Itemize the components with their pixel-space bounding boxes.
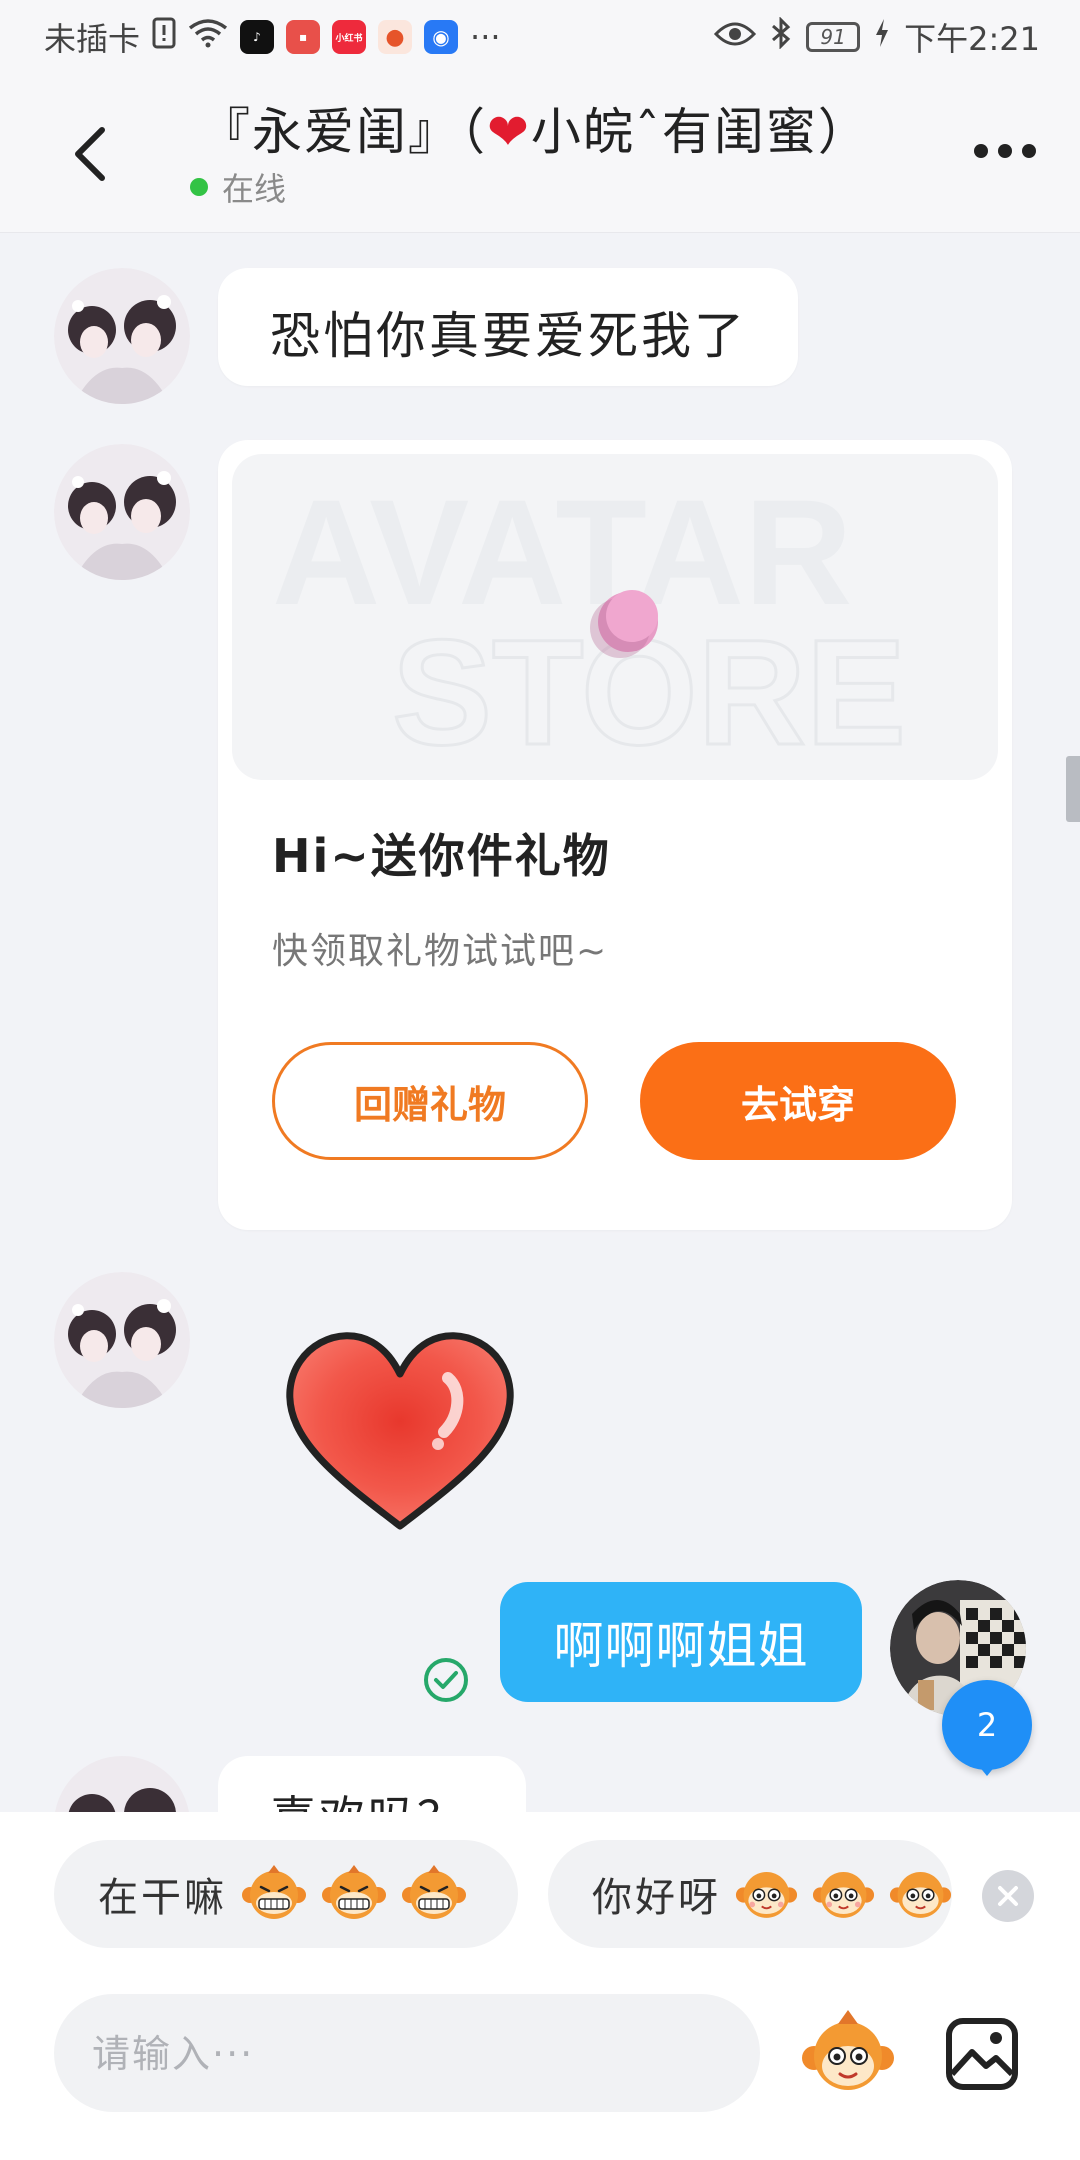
friend-avatar[interactable] [54,1756,190,1812]
grin-monkey-emoji-icon [402,1865,466,1919]
carrier-text: 未插卡 [44,20,141,58]
smile-monkey-emoji-icon [735,1872,798,1918]
return-gift-button[interactable]: 回赠礼物 [272,1042,588,1160]
grin-monkey-emoji-icon [322,1865,386,1919]
online-dot-icon [190,178,208,196]
battery-icon: 91 [806,22,861,52]
message-input[interactable] [90,1994,714,2114]
image-icon [946,2018,1018,2090]
friend-avatar[interactable] [54,268,190,404]
chat-header: 『永爱闺』（❤小皖ˆ有闺蜜） 在线 [0,72,1080,233]
huawei-store-icon: ▪ [286,20,321,54]
composer-panel: 在干嘛 你好呀 [0,1812,1080,2160]
status-bar-left: 未插卡 ♪ ▪ 小红书 ● ◉ ··· [44,14,501,60]
quick-reply-text: 你好呀 [592,1875,721,1921]
smile-monkey-emoji-icon [889,1872,952,1918]
heart-icon: ❤ [487,103,531,161]
chat-title-prefix: 『永爱闺』（ [200,103,487,161]
smile-monkey-emoji-icon [812,1872,875,1918]
more-dot-icon [998,144,1012,158]
unread-badge-tail [974,1760,1000,1776]
more-dot-icon [974,144,988,158]
heart-sticker-icon [286,1332,514,1530]
quick-reply-text: 在干嘛 [98,1875,227,1921]
chat-title-suffix: 小皖ˆ有闺蜜） [530,103,870,161]
xiaohongshu-icon: 小红书 [332,20,367,54]
try-on-button[interactable]: 去试穿 [640,1042,956,1160]
gift-card[interactable]: AVATAR STORE Hi~送你件礼物 快领取礼物试试吧~ 回赠礼物 去试穿 [218,440,1012,1230]
more-options-button[interactable] [974,144,1036,158]
friend-avatar[interactable] [54,444,190,580]
app-orange-icon: ● [378,20,413,54]
status-bar-right: 91 下午2:21 [714,14,1040,60]
eye-icon [714,18,757,56]
outgoing-message-bubble[interactable]: 啊啊啊姐姐 [500,1582,862,1702]
more-notifications-icon: ··· [470,18,501,56]
friend-avatar[interactable] [54,1272,190,1408]
status-bar: 未插卡 ♪ ▪ 小红书 ● ◉ ··· 91 下午2:21 [0,0,1080,72]
gift-subtitle: 快领取礼物试试吧~ [272,931,609,972]
quick-reply-chip[interactable]: 你好呀 [548,1840,952,1948]
emoji-button[interactable] [800,2006,896,2102]
chat-title: 『永爱闺』（❤小皖ˆ有闺蜜） [200,92,870,164]
online-status-label: 在线 [222,170,287,208]
message-input-container[interactable] [54,1994,760,2114]
charging-icon [874,18,890,56]
clock-text: 下午2:21 [904,20,1040,58]
tiktok-icon: ♪ [240,20,275,54]
gift-title: Hi~送你件礼物 [272,829,611,883]
wifi-icon [188,18,228,56]
monkey-emoji-icon [802,2010,894,2090]
back-arrow-icon [75,127,105,181]
unread-count-badge[interactable]: 2 [942,1680,1032,1770]
photo-button[interactable] [944,2016,1020,2092]
more-dot-icon [1022,144,1036,158]
bulb-app-icon: ◉ [424,20,459,54]
bluetooth-icon [770,16,792,57]
message-text: 恐怕你真要爱死我了 [270,307,747,365]
scrollbar[interactable] [1066,756,1080,822]
close-quick-replies-button[interactable] [982,1870,1034,1922]
gift-preview-image[interactable]: AVATAR STORE [232,454,998,780]
back-button[interactable] [64,124,124,184]
sim-alert-icon [152,17,176,57]
heart-sticker[interactable] [280,1320,520,1540]
online-status: 在线 [190,164,286,210]
grin-monkey-emoji-icon [242,1865,306,1919]
quick-reply-chip[interactable]: 在干嘛 [54,1840,518,1948]
close-icon [998,1886,1018,1906]
incoming-message-bubble[interactable]: 恐怕你真要爱死我了 [218,268,798,386]
read-check-icon [422,1656,470,1704]
